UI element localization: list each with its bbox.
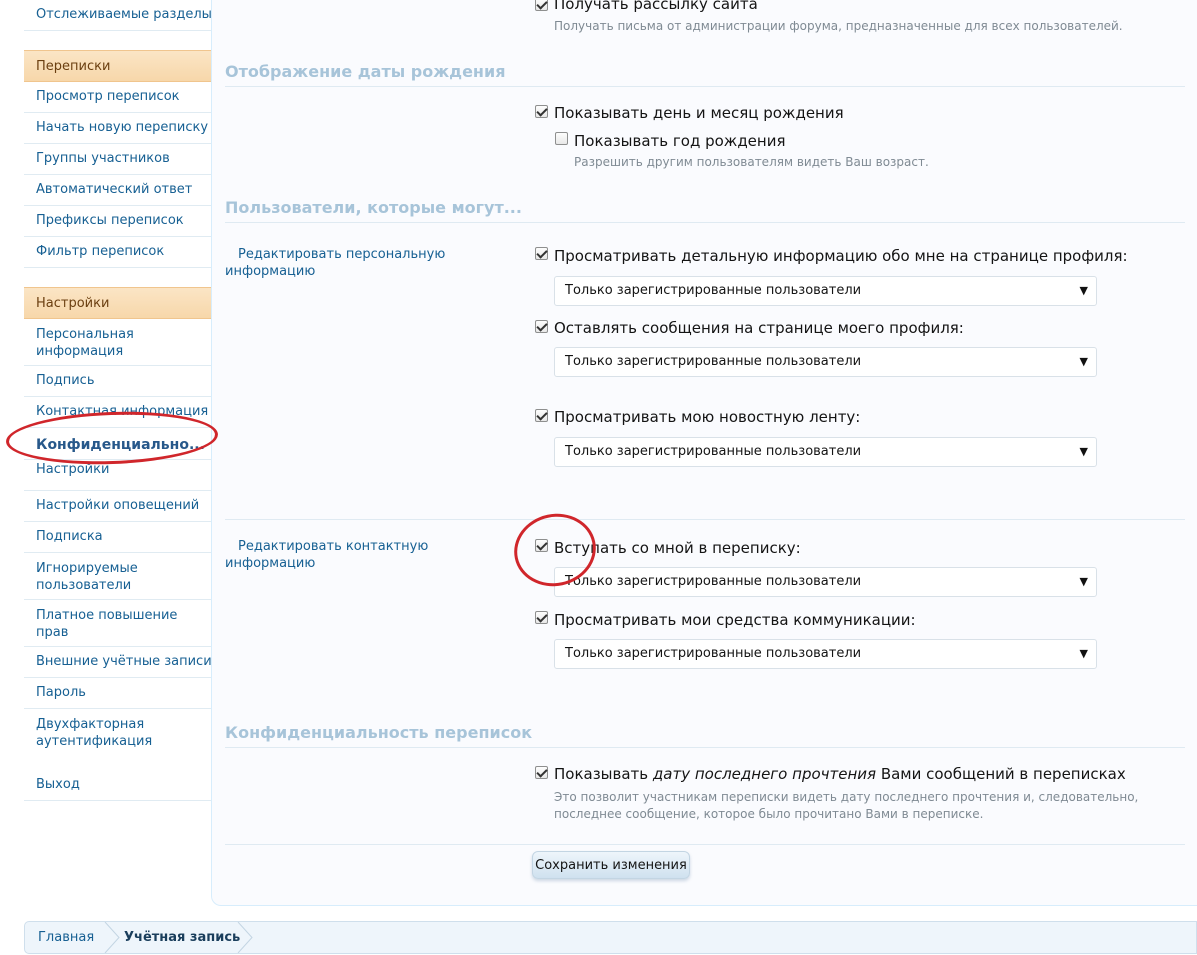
view-identities-label: Просматривать мои средства коммуникации: (554, 611, 916, 629)
start-conversation-select[interactable]: Только зарегистрированные пользователи ▼ (554, 567, 1097, 597)
chevron-down-icon: ▼ (1079, 445, 1088, 458)
show-dob-day-month-label: Показывать день и месяц рождения (554, 104, 844, 122)
show-read-date-label: Показывать дату последнего прочтения Вам… (554, 765, 1126, 783)
show-dob-day-month-checkbox[interactable] (535, 105, 548, 118)
view-news-feed-label: Просматривать мою новостную ленту: (554, 408, 861, 426)
view-news-feed-select[interactable]: Только зарегистрированные пользователи ▼ (554, 437, 1097, 467)
sidebar-item-paid-upgrades[interactable]: Платное повышение прав (24, 600, 211, 647)
sidebar-item-password[interactable]: Пароль (24, 678, 211, 709)
sidebar-item-auto-reply[interactable]: Автоматический ответ (24, 175, 211, 206)
show-read-date-label-end: Вами сообщений в переписках (876, 765, 1126, 783)
show-read-date-hint-line1: Это позволит участникам переписки видеть… (554, 790, 1139, 804)
view-news-feed-checkbox[interactable] (535, 409, 548, 422)
sidebar-item-watched-forums[interactable]: Отслеживаемые разделы (24, 0, 211, 31)
form-footer-divider (225, 844, 1185, 845)
view-identities-select[interactable]: Только зарегистрированные пользователи ▼ (554, 639, 1097, 669)
sidebar-heading-conversations: Переписки (24, 50, 211, 82)
sidebar-item-privacy[interactable]: Конфиденциально... (24, 428, 211, 460)
chevron-down-icon: ▼ (1079, 355, 1088, 368)
row-label-personal-info: Редактировать персональную информацию (225, 247, 446, 279)
newsletter-label: Получать рассылку сайта (554, 0, 758, 13)
account-sidebar: Отслеживаемые разделы Переписки Просмотр… (24, 0, 212, 801)
start-conversation-value: Только зарегистрированные пользователи (565, 574, 862, 589)
sidebar-item-logout[interactable]: Выход (24, 770, 211, 801)
sidebar-item-subscription[interactable]: Подписка (24, 522, 211, 553)
chevron-down-icon: ▼ (1079, 575, 1088, 588)
breadcrumb: Главная Учётная запись (24, 921, 1197, 954)
view-profile-details-value: Только зарегистрированные пользователи (565, 283, 862, 298)
view-news-feed-value: Только зарегистрированные пользователи (565, 444, 862, 459)
section-title-birthday: Отображение даты рождения (225, 62, 1185, 87)
start-conversation-label: Вступать со мной в переписку: (554, 539, 801, 557)
section-title-conversation-privacy: Конфиденциальность переписок (225, 723, 1185, 748)
view-identities-value: Только зарегистрированные пользователи (565, 646, 862, 661)
sidebar-item-alert-preferences[interactable]: Настройки оповещений (24, 491, 211, 522)
newsletter-checkbox[interactable] (535, 0, 548, 11)
show-read-date-label-start: Показывать (554, 765, 653, 783)
post-on-profile-label: Оставлять сообщения на странице моего пр… (554, 319, 964, 337)
section-title-users-who-can: Пользователи, которые могут... (225, 198, 1185, 223)
show-read-date-label-emphasis: дату последнего прочтения (652, 765, 877, 783)
show-read-date-hint-line2: последнее сообщение, которое было прочит… (554, 807, 984, 821)
sidebar-item-two-step-auth[interactable]: Двухфакторная аутентификация (24, 709, 211, 756)
sidebar-item-start-conversation[interactable]: Начать новую переписку (24, 113, 211, 144)
row-divider (225, 519, 1185, 520)
show-dob-year-label: Показывать год рождения (574, 132, 786, 150)
sidebar-heading-settings: Настройки (24, 287, 211, 319)
sidebar-item-view-conversations[interactable]: Просмотр переписок (24, 82, 211, 113)
breadcrumb-home[interactable]: Главная (38, 922, 94, 953)
view-profile-details-label: Просматривать детальную информацию обо м… (554, 247, 1128, 265)
breadcrumb-separator-icon (237, 922, 253, 953)
chevron-down-icon: ▼ (1079, 284, 1088, 297)
row-label-contact-info: Редактировать контактную информацию (225, 539, 429, 571)
post-on-profile-checkbox[interactable] (535, 320, 548, 333)
view-identities-checkbox[interactable] (535, 611, 548, 624)
sidebar-item-conversation-prefixes[interactable]: Префиксы переписок (24, 206, 211, 237)
sidebar-item-conversation-filter[interactable]: Фильтр переписок (24, 237, 211, 268)
chevron-down-icon: ▼ (1079, 647, 1088, 660)
sidebar-item-member-groups[interactable]: Группы участников (24, 144, 211, 175)
post-on-profile-value: Только зарегистрированные пользователи (565, 354, 862, 369)
sidebar-item-personal-details[interactable]: Персональная информация (24, 319, 211, 366)
show-dob-year-checkbox[interactable] (555, 132, 568, 145)
save-changes-button[interactable]: Сохранить изменения (532, 851, 690, 879)
post-on-profile-select[interactable]: Только зарегистрированные пользователи ▼ (554, 347, 1097, 377)
view-profile-details-checkbox[interactable] (535, 247, 548, 260)
sidebar-item-external-accounts[interactable]: Внешние учётные записи (24, 647, 211, 678)
page: Отслеживаемые разделы Переписки Просмотр… (0, 0, 1197, 955)
newsletter-hint: Получать письма от администрации форума,… (554, 19, 1123, 33)
sidebar-item-preferences[interactable]: Настройки (24, 460, 211, 491)
sidebar-item-contact-details[interactable]: Контактная информация (24, 397, 211, 428)
show-dob-year-hint: Разрешить другим пользователям видеть Ва… (574, 155, 929, 169)
breadcrumb-account[interactable]: Учётная запись (124, 922, 240, 953)
start-conversation-checkbox[interactable] (535, 539, 548, 552)
sidebar-item-signature[interactable]: Подпись (24, 366, 211, 397)
privacy-settings-panel: Получать рассылку сайта Получать письма … (211, 0, 1197, 906)
show-read-date-checkbox[interactable] (535, 766, 548, 779)
sidebar-item-ignored-users[interactable]: Игнорируемые пользователи (24, 553, 211, 600)
breadcrumb-separator-icon (104, 922, 120, 953)
view-profile-details-select[interactable]: Только зарегистрированные пользователи ▼ (554, 276, 1097, 306)
